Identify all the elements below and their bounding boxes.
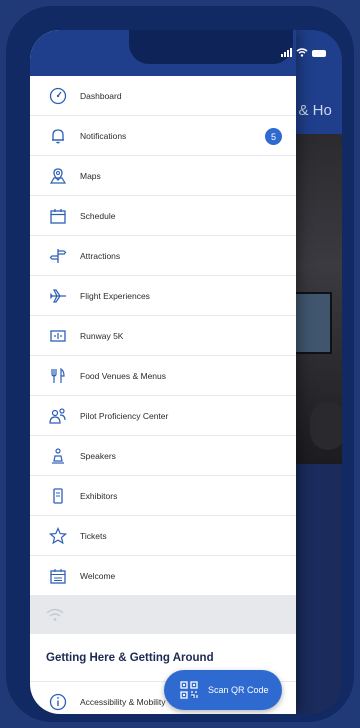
menu-item-label: Runway 5K xyxy=(80,330,124,341)
airplane-icon xyxy=(46,284,70,308)
menu-item-food-venues[interactable]: Food Venues & Menus xyxy=(30,356,296,396)
map-icon xyxy=(46,164,70,188)
menu-item-exhibitors[interactable]: Exhibitors xyxy=(30,476,296,516)
menu-item-dashboard[interactable]: Dashboard xyxy=(30,76,296,116)
menu-item-attractions[interactable]: Attractions xyxy=(30,236,296,276)
menu-item-label: Attractions xyxy=(80,250,121,261)
connectivity-row xyxy=(30,596,296,634)
signpost-icon xyxy=(46,244,70,268)
menu-item-label: Notifications xyxy=(80,130,127,141)
menu-item-label: Maps xyxy=(80,170,101,181)
scan-qr-code-label: Scan QR Code xyxy=(208,685,269,695)
notification-count-badge: 5 xyxy=(265,128,282,145)
people-icon xyxy=(46,404,70,428)
bell-icon xyxy=(46,124,70,148)
dashboard-icon xyxy=(46,84,70,108)
star-icon xyxy=(46,524,70,548)
notch xyxy=(129,30,293,64)
menu-item-label: Speakers xyxy=(80,450,116,461)
menu-item-label: Flight Experiences xyxy=(80,290,150,301)
signal-icon xyxy=(281,48,292,57)
menu-item-pilot-proficiency[interactable]: Pilot Proficiency Center xyxy=(30,396,296,436)
speaker-icon xyxy=(46,444,70,468)
menu-item-tickets[interactable]: Tickets xyxy=(30,516,296,556)
screen: g & Ho Dashboard Notifications 5 Maps Sc… xyxy=(30,30,342,714)
menu-list: Dashboard Notifications 5 Maps Schedule xyxy=(30,76,296,714)
scan-qr-code-button[interactable]: Scan QR Code xyxy=(164,670,282,710)
menu-item-flight-experiences[interactable]: Flight Experiences xyxy=(30,276,296,316)
calendar-icon xyxy=(46,564,70,588)
menu-item-label: Accessibility & Mobility xyxy=(80,696,166,707)
utensils-icon xyxy=(46,364,70,388)
menu-item-schedule[interactable]: Schedule xyxy=(30,196,296,236)
menu-item-welcome[interactable]: Welcome xyxy=(30,556,296,596)
qr-code-icon xyxy=(180,681,198,699)
pilot-hand xyxy=(310,402,342,450)
menu-item-speakers[interactable]: Speakers xyxy=(30,436,296,476)
info-icon xyxy=(46,690,70,714)
menu-item-label: Pilot Proficiency Center xyxy=(80,410,169,421)
menu-item-label: Dashboard xyxy=(80,90,122,101)
menu-item-notifications[interactable]: Notifications 5 xyxy=(30,116,296,156)
runway-icon xyxy=(46,324,70,348)
wifi-icon xyxy=(46,608,64,621)
menu-item-label: Welcome xyxy=(80,570,116,581)
calendar-icon xyxy=(46,204,70,228)
phone-frame: g & Ho Dashboard Notifications 5 Maps Sc… xyxy=(6,6,354,722)
menu-item-runway-5k[interactable]: Runway 5K xyxy=(30,316,296,356)
menu-item-maps[interactable]: Maps xyxy=(30,156,296,196)
menu-item-label: Food Venues & Menus xyxy=(80,370,167,381)
menu-item-label: Schedule xyxy=(80,210,116,221)
menu-item-label: Exhibitors xyxy=(80,490,118,501)
wifi-status-icon xyxy=(296,48,308,57)
battery-icon xyxy=(312,50,326,57)
navigation-drawer: Dashboard Notifications 5 Maps Schedule xyxy=(30,30,296,714)
exhibitor-icon xyxy=(46,484,70,508)
status-bar xyxy=(281,48,326,57)
menu-item-label: Tickets xyxy=(80,530,107,541)
